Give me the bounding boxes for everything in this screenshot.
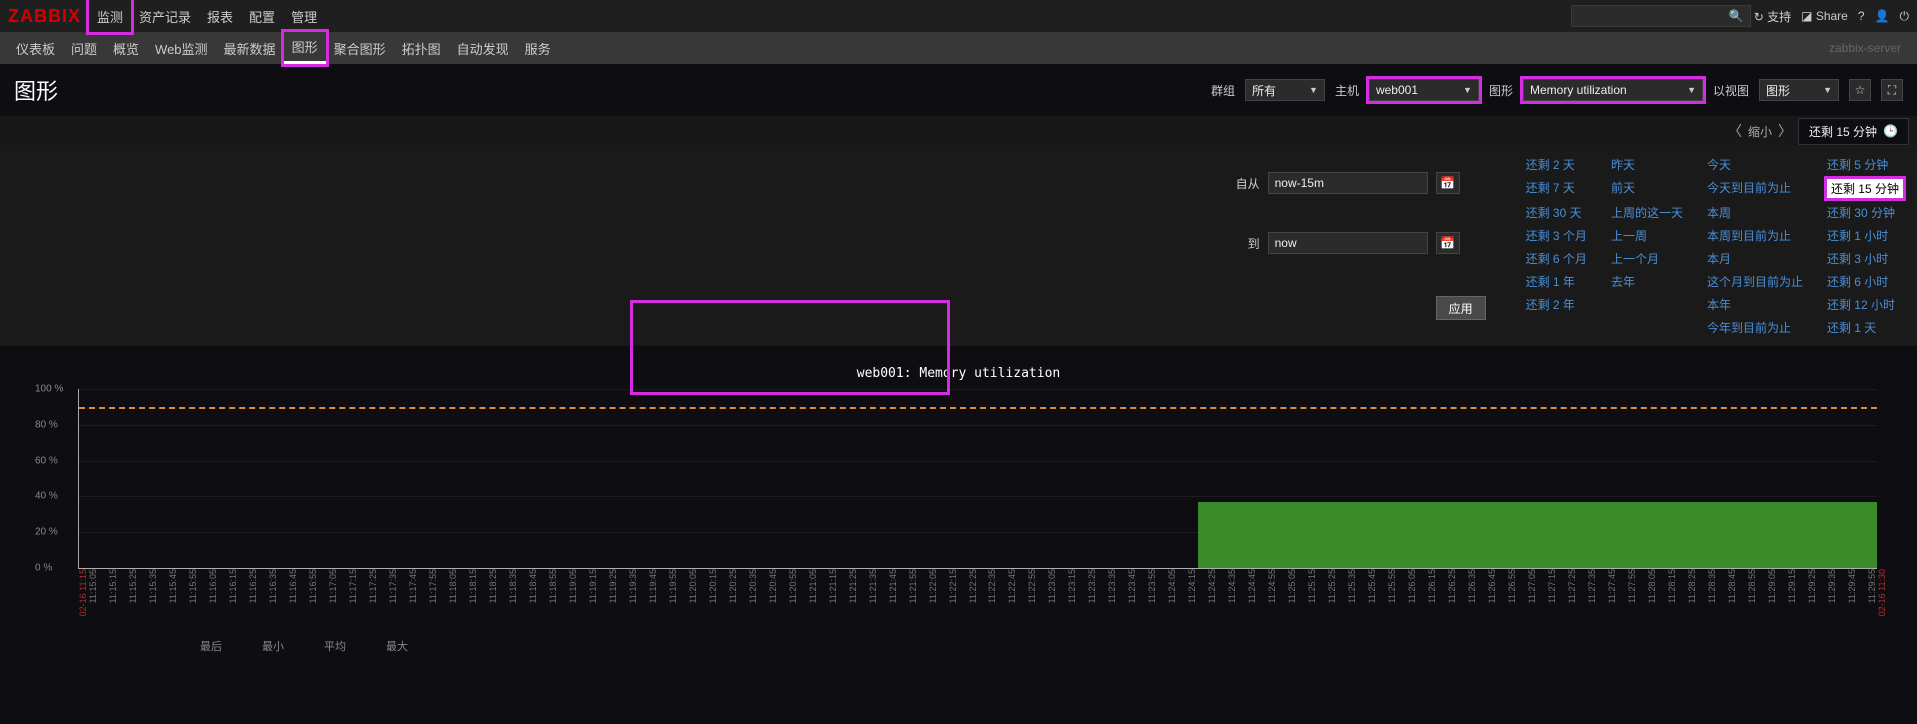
page-title: 图形 [14, 74, 58, 106]
time-preset[interactable]: 还剩 12 小时 [1827, 296, 1903, 313]
subnav-latest[interactable]: 最新数据 [216, 32, 284, 64]
time-preset[interactable]: 今年到目前为止 [1707, 319, 1803, 336]
to-calendar-icon[interactable]: 📅 [1436, 232, 1460, 254]
time-preset[interactable]: 本月 [1707, 250, 1803, 267]
host-select[interactable]: web001 [1369, 79, 1479, 101]
zabbix-logo[interactable]: ZABBIX [8, 6, 81, 27]
highlight-chart-title [630, 300, 950, 395]
topnav-admin[interactable]: 管理 [283, 0, 325, 32]
stat-last: 最后 [200, 638, 222, 654]
topnav-inventory[interactable]: 资产记录 [131, 0, 199, 32]
search-input[interactable] [1571, 5, 1751, 27]
to-input[interactable] [1268, 232, 1428, 254]
chart-title: web001: Memory utilization [20, 366, 1897, 381]
view-select[interactable]: 图形 [1759, 79, 1839, 101]
time-preset[interactable]: 还剩 3 个月 [1526, 227, 1587, 244]
time-preset[interactable]: 上一周 [1611, 227, 1683, 244]
support-link[interactable]: ↻ 支持 [1754, 8, 1791, 25]
time-preset[interactable]: 今天 [1707, 156, 1803, 173]
time-preset[interactable]: 还剩 7 天 [1526, 179, 1587, 198]
stat-avg: 平均 [324, 638, 346, 654]
to-label: 到 [1236, 235, 1260, 252]
stat-min: 最小 [262, 638, 284, 654]
subnav-graphs[interactable]: 图形 [284, 32, 326, 64]
power-icon[interactable]: ⏻ [1900, 9, 1910, 24]
subnav-overview[interactable]: 概览 [105, 32, 147, 64]
from-calendar-icon[interactable]: 📅 [1436, 172, 1460, 194]
group-select[interactable]: 所有 [1245, 79, 1325, 101]
time-preset[interactable]: 还剩 6 小时 [1827, 273, 1903, 290]
view-label: 以视图 [1713, 82, 1749, 99]
time-preset[interactable]: 上一个月 [1611, 250, 1683, 267]
favorite-icon[interactable]: ☆ [1849, 79, 1871, 101]
time-preset[interactable]: 还剩 1 天 [1827, 319, 1903, 336]
graph-select[interactable]: Memory utilization [1523, 79, 1703, 101]
time-preset[interactable]: 上周的这一天 [1611, 204, 1683, 221]
time-preset[interactable]: 还剩 1 小时 [1827, 227, 1903, 244]
time-preset[interactable]: 还剩 6 个月 [1526, 250, 1587, 267]
time-preset[interactable]: 本周 [1707, 204, 1803, 221]
topnav-config[interactable]: 配置 [241, 0, 283, 32]
time-preset[interactable]: 去年 [1611, 273, 1683, 290]
search-icon[interactable]: 🔍 [1729, 9, 1744, 23]
zoom-out[interactable]: 缩小 [1748, 123, 1772, 140]
time-preset[interactable]: 还剩 30 天 [1526, 204, 1587, 221]
topnav-reports[interactable]: 报表 [199, 0, 241, 32]
from-input[interactable] [1268, 172, 1428, 194]
clock-icon: 🕒 [1883, 124, 1898, 138]
group-label: 群组 [1211, 82, 1235, 99]
graph-label: 图形 [1489, 82, 1513, 99]
time-preset[interactable]: 还剩 1 年 [1526, 273, 1587, 290]
time-range-label[interactable]: 还剩 15 分钟 🕒 [1798, 118, 1909, 145]
time-preset[interactable]: 还剩 30 分钟 [1827, 204, 1903, 221]
share-link[interactable]: ◪ Share [1801, 9, 1848, 23]
time-next-icon[interactable]: 〉 [1778, 121, 1792, 141]
from-label: 自从 [1236, 175, 1260, 192]
subnav-discovery[interactable]: 自动发现 [449, 32, 517, 64]
time-preset[interactable]: 还剩 2 年 [1526, 296, 1587, 313]
time-preset[interactable]: 还剩 3 小时 [1827, 250, 1903, 267]
help-icon[interactable]: ? [1858, 9, 1865, 23]
subnav-problems[interactable]: 问题 [63, 32, 105, 64]
time-preset[interactable]: 今天到目前为止 [1707, 179, 1803, 198]
subnav-dashboard[interactable]: 仪表板 [8, 32, 63, 64]
time-preset[interactable]: 本年 [1707, 296, 1803, 313]
subnav-services[interactable]: 服务 [517, 32, 559, 64]
time-preset[interactable]: 昨天 [1611, 156, 1683, 173]
time-prev-icon[interactable]: 〈 [1728, 121, 1742, 141]
user-icon[interactable]: 👤 [1875, 9, 1890, 23]
fullscreen-icon[interactable]: ⛶ [1881, 79, 1903, 101]
time-preset[interactable]: 还剩 5 分钟 [1827, 156, 1903, 173]
time-preset[interactable]: 还剩 2 天 [1526, 156, 1587, 173]
host-label: 主机 [1335, 82, 1359, 99]
time-preset[interactable]: 还剩 15 分钟 [1827, 179, 1903, 198]
time-preset[interactable]: 前天 [1611, 179, 1683, 198]
chart-xaxis: 02-16 11:1502-16 11:3011:15:0511:15:1511… [78, 569, 1877, 634]
time-preset[interactable]: 本周到目前为止 [1707, 227, 1803, 244]
subnav-web[interactable]: Web监测 [147, 32, 216, 64]
time-preset[interactable]: 这个月到目前为止 [1707, 273, 1803, 290]
topnav-monitor[interactable]: 监测 [89, 0, 131, 32]
server-name: zabbix-server [1829, 41, 1901, 55]
stat-max: 最大 [386, 638, 408, 654]
subnav-screens[interactable]: 聚合图形 [326, 32, 394, 64]
chart-plot: 0 %20 %40 %60 %80 %100 % [78, 389, 1877, 569]
subnav-maps[interactable]: 拓扑图 [394, 32, 449, 64]
apply-button[interactable]: 应用 [1436, 296, 1486, 320]
